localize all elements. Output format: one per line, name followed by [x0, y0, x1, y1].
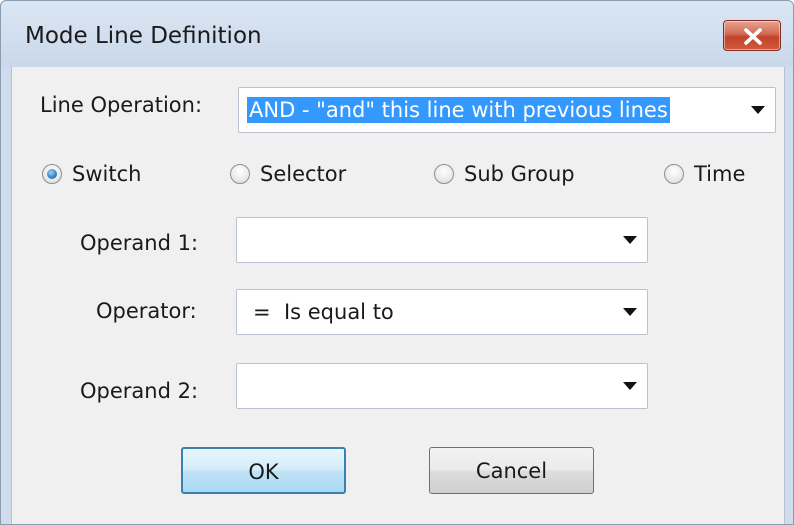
line-operation-select[interactable]: AND - "and" this line with previous line… [238, 87, 776, 133]
radio-time-indicator [664, 164, 684, 184]
chevron-down-icon [623, 236, 637, 244]
operand2-select[interactable] [236, 363, 648, 409]
radio-switch-indicator [42, 164, 62, 184]
close-button[interactable] [723, 20, 781, 51]
chevron-down-icon [751, 106, 765, 114]
operand1-label: Operand 1: [80, 231, 199, 255]
radio-time-label: Time [694, 162, 746, 186]
operator-value: = Is equal to [253, 300, 394, 324]
radio-sub-group-label: Sub Group [464, 162, 575, 186]
chevron-down-icon [623, 308, 637, 316]
line-operation-value: AND - "and" this line with previous line… [247, 97, 670, 123]
close-icon [744, 28, 762, 45]
ok-button[interactable]: OK [181, 447, 346, 494]
cancel-button[interactable]: Cancel [429, 447, 594, 494]
operand2-label: Operand 2: [80, 379, 199, 403]
radio-selector-indicator [230, 164, 250, 184]
radio-selector-label: Selector [260, 162, 347, 186]
radio-sub-group-indicator [434, 164, 454, 184]
title-bar[interactable]: Mode Line Definition [1, 1, 793, 67]
dialog-window: Mode Line Definition Line Operation: AND… [0, 0, 794, 525]
operator-label: Operator: [96, 299, 197, 323]
operator-select[interactable]: = Is equal to [236, 289, 648, 335]
radio-switch-label: Switch [72, 162, 142, 186]
chevron-down-icon [623, 382, 637, 390]
dialog-body: Line Operation: AND - "and" this line wi… [11, 67, 785, 524]
line-operation-label: Line Operation: [40, 93, 203, 117]
dialog-title: Mode Line Definition [25, 23, 262, 49]
operand1-select[interactable] [236, 217, 648, 263]
